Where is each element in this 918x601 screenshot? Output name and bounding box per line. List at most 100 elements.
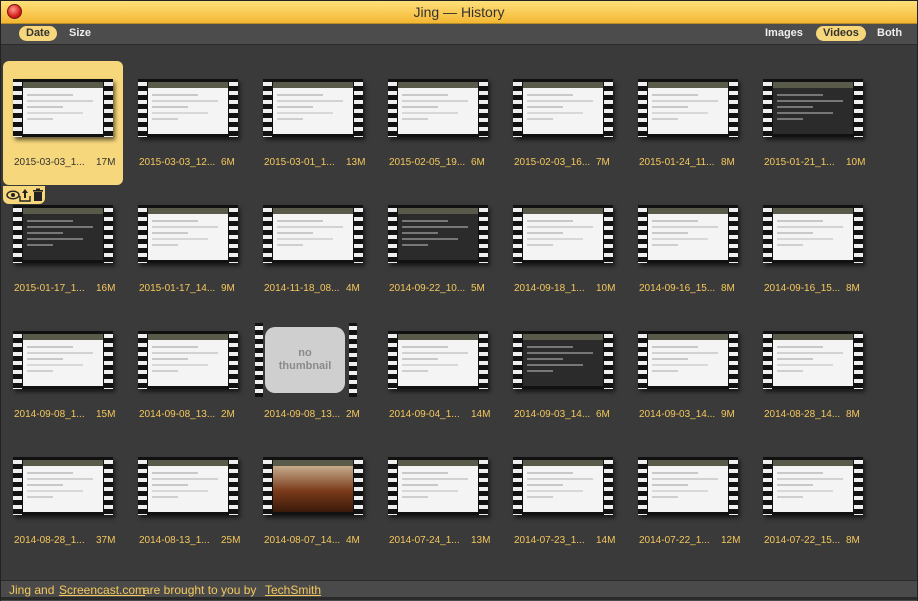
- video-item[interactable]: 2014-11-18_08... 4M: [253, 187, 373, 311]
- video-item[interactable]: 2014-09-08_1... 15M: [3, 313, 123, 437]
- item-filename: 2014-07-22_1...: [639, 535, 710, 546]
- film-perforation: [763, 331, 772, 389]
- film-perforation: [638, 331, 647, 389]
- filter-videos-button[interactable]: Videos: [816, 26, 866, 41]
- item-filesize: 2M: [221, 409, 235, 420]
- video-item[interactable]: 2014-07-23_1... 14M: [503, 439, 623, 563]
- video-item[interactable]: 2015-02-03_16... 7M: [503, 61, 623, 185]
- item-filesize: 14M: [596, 535, 616, 546]
- film-perforation: [638, 79, 647, 137]
- video-item[interactable]: 2014-07-22_15... 8M: [753, 439, 873, 563]
- horizontal-scrollbar[interactable]: [1, 597, 917, 600]
- video-item[interactable]: 2014-09-22_10... 5M: [378, 187, 498, 311]
- film-perforation: [263, 205, 272, 263]
- video-thumbnail: [763, 457, 863, 515]
- film-perforation: [479, 205, 488, 263]
- item-filesize: 12M: [721, 535, 741, 546]
- video-item[interactable]: 2014-09-04_1... 14M: [378, 313, 498, 437]
- item-filename: 2015-01-24_11...: [639, 157, 715, 168]
- thumbnail-screen: [648, 82, 728, 134]
- filter-images-button[interactable]: Images: [758, 26, 810, 41]
- video-item[interactable]: 2014-08-28_14... 8M: [753, 313, 873, 437]
- video-item[interactable]: 2015-01-17_1... 16M: [3, 187, 123, 311]
- film-perforation: [763, 79, 772, 137]
- video-thumbnail: [138, 457, 238, 515]
- item-filesize: 10M: [846, 157, 866, 168]
- video-thumbnail: [763, 79, 863, 137]
- thumbnail-screen: [148, 82, 228, 134]
- video-item[interactable]: 2014-08-28_1... 37M: [3, 439, 123, 563]
- item-filename: 2015-01-17_14...: [139, 283, 216, 294]
- item-filesize: 13M: [346, 157, 366, 168]
- item-filename: 2014-08-13_1...: [139, 535, 210, 546]
- video-item[interactable]: 2014-08-13_1... 25M: [128, 439, 248, 563]
- film-perforation: [388, 457, 397, 515]
- thumbnail-screen: [398, 208, 478, 260]
- sort-by-size-button[interactable]: Size: [62, 26, 98, 41]
- item-filename: 2014-09-03_14...: [639, 409, 716, 420]
- film-perforation: [349, 323, 357, 397]
- film-perforation: [729, 205, 738, 263]
- video-item[interactable]: 2015-01-17_14... 9M: [128, 187, 248, 311]
- film-perforation: [638, 205, 647, 263]
- video-item[interactable]: 2014-09-08_13... 2M: [128, 313, 248, 437]
- video-item[interactable]: 2014-09-03_14... 9M: [628, 313, 748, 437]
- item-filename: 2014-07-23_1...: [514, 535, 585, 546]
- video-item[interactable]: 2015-03-01_1... 13M: [253, 61, 373, 185]
- item-filesize: 8M: [846, 283, 860, 294]
- item-filesize: 17M: [96, 157, 116, 168]
- thumbnail-screen: [773, 82, 853, 134]
- video-item[interactable]: 2014-08-07_14... 4M: [253, 439, 373, 563]
- film-perforation: [263, 79, 272, 137]
- sort-by-date-button[interactable]: Date: [19, 26, 57, 41]
- item-filename: 2014-09-18_1...: [514, 283, 585, 294]
- film-perforation: [729, 331, 738, 389]
- thumbnail-screen: [648, 334, 728, 386]
- video-item[interactable]: 2015-01-24_11... 8M: [628, 61, 748, 185]
- video-item[interactable]: 2015-02-05_19... 6M: [378, 61, 498, 185]
- video-thumbnail: [513, 457, 613, 515]
- film-perforation: [104, 205, 113, 263]
- video-thumbnail: [388, 205, 488, 263]
- video-item[interactable]: 2014-09-16_15... 8M: [753, 187, 873, 311]
- item-filename: 2014-08-28_14...: [764, 409, 841, 420]
- title-bar: Jing — History: [1, 1, 917, 24]
- video-thumbnail: [13, 205, 113, 263]
- film-perforation: [13, 205, 22, 263]
- video-item[interactable]: no thumbnail 2014-09-08_13... 2M: [253, 313, 373, 437]
- video-thumbnail: [388, 331, 488, 389]
- item-filesize: 4M: [346, 535, 360, 546]
- item-filename: 2014-09-03_14...: [514, 409, 591, 420]
- video-item[interactable]: 2015-03-03_1... 17M: [3, 61, 123, 204]
- jing-history-window: Jing — History Date Size Images Videos B…: [0, 0, 918, 601]
- thumbnail-screen: [773, 208, 853, 260]
- film-perforation: [388, 79, 397, 137]
- thumbnail-screen: [23, 460, 103, 512]
- video-item[interactable]: 2014-07-24_1... 13M: [378, 439, 498, 563]
- item-filesize: 8M: [846, 535, 860, 546]
- video-item[interactable]: 2015-01-21_1... 10M: [753, 61, 873, 185]
- filter-both-button[interactable]: Both: [870, 26, 909, 41]
- item-filename: 2014-08-07_14...: [264, 535, 341, 546]
- video-thumbnail: [138, 79, 238, 137]
- film-perforation: [513, 79, 522, 137]
- thumbnail-screen: [398, 460, 478, 512]
- video-item[interactable]: 2014-07-22_1... 12M: [628, 439, 748, 563]
- video-thumbnail: [638, 205, 738, 263]
- video-item[interactable]: 2015-03-03_12... 6M: [128, 61, 248, 185]
- thumbnail-screen: [23, 208, 103, 260]
- video-item[interactable]: 2014-09-03_14... 6M: [503, 313, 623, 437]
- thumbnail-screen: [273, 460, 353, 512]
- item-filename: 2014-11-18_08...: [264, 283, 340, 294]
- film-perforation: [854, 457, 863, 515]
- no-thumbnail-placeholder: no thumbnail: [265, 327, 345, 393]
- item-filesize: 4M: [346, 283, 360, 294]
- film-perforation: [638, 457, 647, 515]
- item-filename: 2014-09-16_15...: [639, 283, 716, 294]
- video-item[interactable]: 2014-09-18_1... 10M: [503, 187, 623, 311]
- video-thumbnail: [513, 331, 613, 389]
- thumbnail-screen: [648, 460, 728, 512]
- video-item[interactable]: 2014-09-16_15... 8M: [628, 187, 748, 311]
- item-filename: 2015-02-03_16...: [514, 157, 591, 168]
- history-grid: 2015-03-03_1... 17M 2015-03-03_12... 6M 2015…: [1, 45, 917, 580]
